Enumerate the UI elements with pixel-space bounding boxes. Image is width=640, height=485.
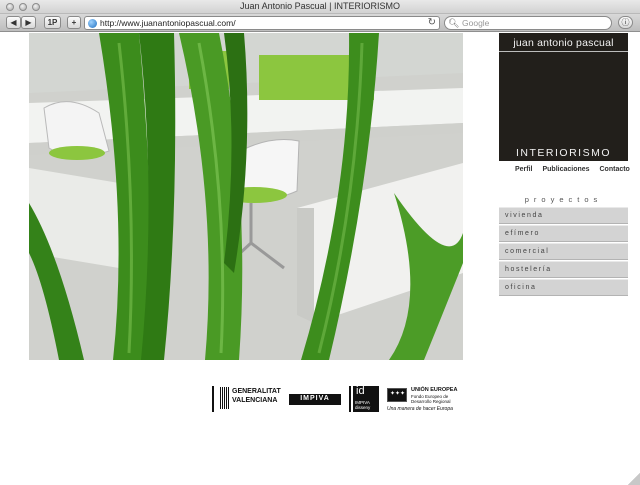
generalitat-bar [212,386,214,412]
id-sub2: disseny [355,405,371,410]
menu-item-vivienda[interactable]: vivienda [499,207,628,224]
logo-name: juan antonio pascual [513,37,614,49]
menu-item-oficina[interactable]: oficina [499,279,628,296]
nav-link-perfil[interactable]: Perfil [515,166,533,173]
address-bar-url: http://www.juanantoniopascual.com/ [100,18,236,28]
search-placeholder: Google [462,18,490,28]
menu-item-hosteleria[interactable]: hostelería [499,261,628,278]
generalitat-line1: GENERALITAT [232,388,281,395]
onepassword-button[interactable]: 1P [44,16,61,29]
window-title: Juan Antonio Pascual | INTERIORISMO [240,1,400,11]
logo-divider [499,51,628,52]
eu-motto: Una manera de hacer Europa [387,406,453,412]
generalitat-emblem-icon [220,387,229,409]
office-photo-illustration [29,33,463,360]
search-icon: 🔍︎ [448,18,460,28]
globe-icon [88,19,97,28]
add-bookmark-button[interactable]: + [67,16,81,29]
menu-item-comercial[interactable]: comercial [499,243,628,260]
nav-link-publicaciones[interactable]: Publicaciones [542,166,589,173]
back-button[interactable]: ◀ [6,16,21,29]
resize-grip-icon[interactable] [628,473,640,485]
browser-toolbar: ◀ ▶ 1P + http://www.juanantoniopascual.c… [0,14,640,32]
projects-heading: proyectos [524,195,603,204]
eu-stars: ✦✦✦ [390,391,406,397]
sponsor-logos: GENERALITAT VALENCIANA IMPIVA id IMPIVA … [210,383,462,415]
top-nav: Perfil Publicaciones Contacto [515,166,638,173]
impiva-label: IMPIVA [300,395,330,402]
id-bar [349,386,351,412]
search-input[interactable]: 🔍︎ Google [444,16,612,30]
generalitat-line2: VALENCIANA [232,397,278,404]
id-mark: id [356,385,365,397]
eu-line2: Desarrollo Regional [411,399,451,404]
reload-icon[interactable]: ↻ [428,17,436,28]
site-logo[interactable]: juan antonio pascual INTERIORISMO [499,33,628,161]
eu-title: UNIÓN EUROPEA [411,387,458,393]
window-titlebar: Juan Antonio Pascual | INTERIORISMO [0,0,640,14]
nav-link-contacto[interactable]: Contacto [600,166,630,173]
menu-item-efimero[interactable]: efímero [499,225,628,242]
address-bar[interactable]: http://www.juanantoniopascual.com/ ↻ [84,16,440,30]
projects-menu: vivienda efímero comercial hostelería of… [499,207,628,297]
logo-tagline: INTERIORISMO [515,147,611,159]
hero-photo [29,33,463,360]
forward-button[interactable]: ▶ [21,16,36,29]
status-button[interactable]: ⓘ [618,16,633,29]
